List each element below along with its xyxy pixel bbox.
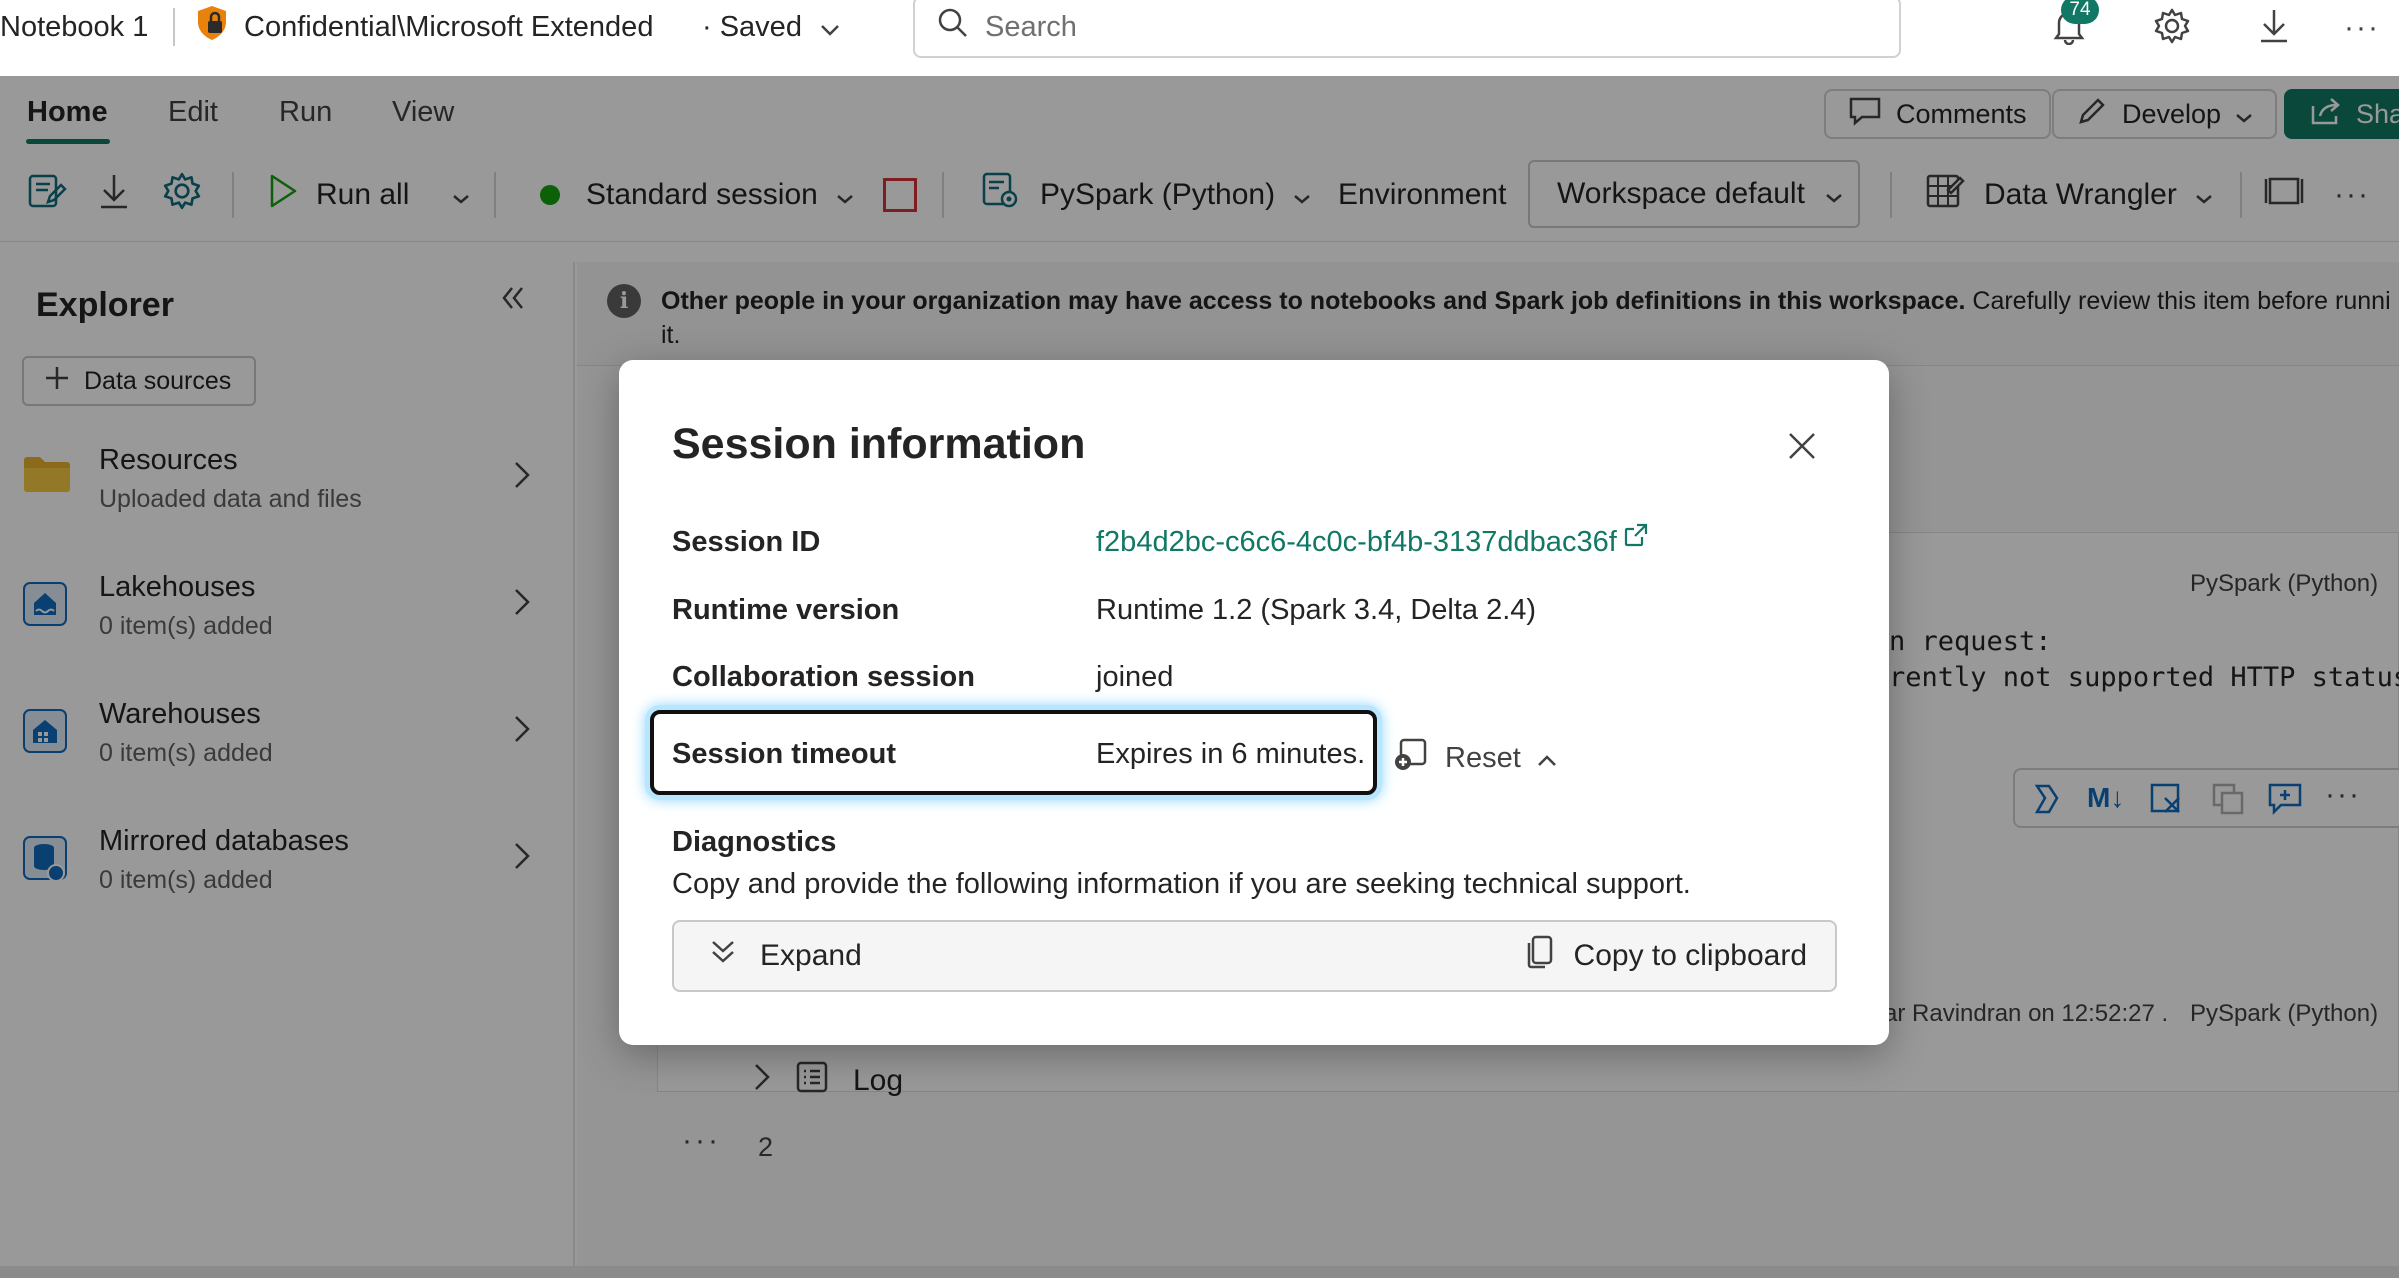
reset-label: Reset xyxy=(1445,741,1521,774)
runtime-version-value: Runtime 1.2 (Spark 3.4, Delta 2.4) xyxy=(1096,594,1537,626)
more-horizontal-icon: ··· xyxy=(2344,11,2380,44)
copy-to-clipboard-button[interactable]: Copy to clipboard xyxy=(1526,922,1807,990)
sensitivity-label-button[interactable]: Confidential\Microsoft Extended xyxy=(194,0,653,54)
expand-label: Expand xyxy=(760,939,862,972)
reset-timer-icon xyxy=(1393,736,1429,780)
runtime-version-label: Runtime version xyxy=(672,594,900,626)
session-information-dialog: Session information Session ID f2b4d2bc-… xyxy=(619,360,1889,1045)
diagnostics-heading: Diagnostics xyxy=(672,826,837,858)
session-timeout-label: Session timeout xyxy=(672,738,896,770)
diagnostics-panel: Expand Copy to clipboard xyxy=(672,920,1837,992)
divider xyxy=(173,8,175,46)
close-dialog-button[interactable] xyxy=(1782,428,1822,468)
title-bar: Notebook 1 Confidential\Microsoft Extend… xyxy=(0,0,2399,76)
session-id-value: f2b4d2bc-c6c6-4c0c-bf4b-3137ddbac36f xyxy=(1096,526,1617,558)
save-status-text: · Saved xyxy=(702,10,802,43)
settings-button[interactable] xyxy=(2146,4,2198,52)
collaboration-session-value: joined xyxy=(1096,661,1174,693)
more-options-button[interactable]: ··· xyxy=(2336,4,2388,52)
dialog-title: Session information xyxy=(672,420,1086,468)
copy-label: Copy to clipboard xyxy=(1573,939,1807,972)
download-button[interactable] xyxy=(2248,4,2300,52)
double-chevron-down-icon xyxy=(708,937,738,975)
session-id-label: Session ID xyxy=(672,526,821,558)
notebook-name[interactable]: Notebook 1 xyxy=(0,0,148,54)
save-status-dropdown[interactable]: · Saved xyxy=(702,0,840,54)
search-icon xyxy=(937,7,969,47)
copy-icon xyxy=(1526,934,1554,978)
collaboration-session-label: Collaboration session xyxy=(672,661,975,693)
notification-badge: 74 xyxy=(2061,0,2099,24)
download-icon xyxy=(2258,7,2290,50)
chevron-up-icon xyxy=(1537,742,1557,775)
session-id-link[interactable]: f2b4d2bc-c6c6-4c0c-bf4b-3137ddbac36f xyxy=(1096,523,1649,559)
search-placeholder: Search xyxy=(985,10,1077,43)
session-timeout-value: Expires in 6 minutes. xyxy=(1096,738,1366,770)
reset-timeout-button[interactable]: Reset xyxy=(1393,736,1557,780)
shield-lock-icon xyxy=(194,4,230,50)
close-icon xyxy=(1787,431,1817,466)
diagnostics-description: Copy and provide the following informati… xyxy=(672,868,1691,900)
gear-icon xyxy=(2153,7,2191,50)
sensitivity-label-text: Confidential\Microsoft Extended xyxy=(244,10,654,43)
open-external-icon xyxy=(1623,522,1649,556)
chevron-down-icon xyxy=(820,11,840,44)
expand-diagnostics-button[interactable]: Expand xyxy=(708,922,862,990)
search-input[interactable]: Search xyxy=(913,0,1901,58)
